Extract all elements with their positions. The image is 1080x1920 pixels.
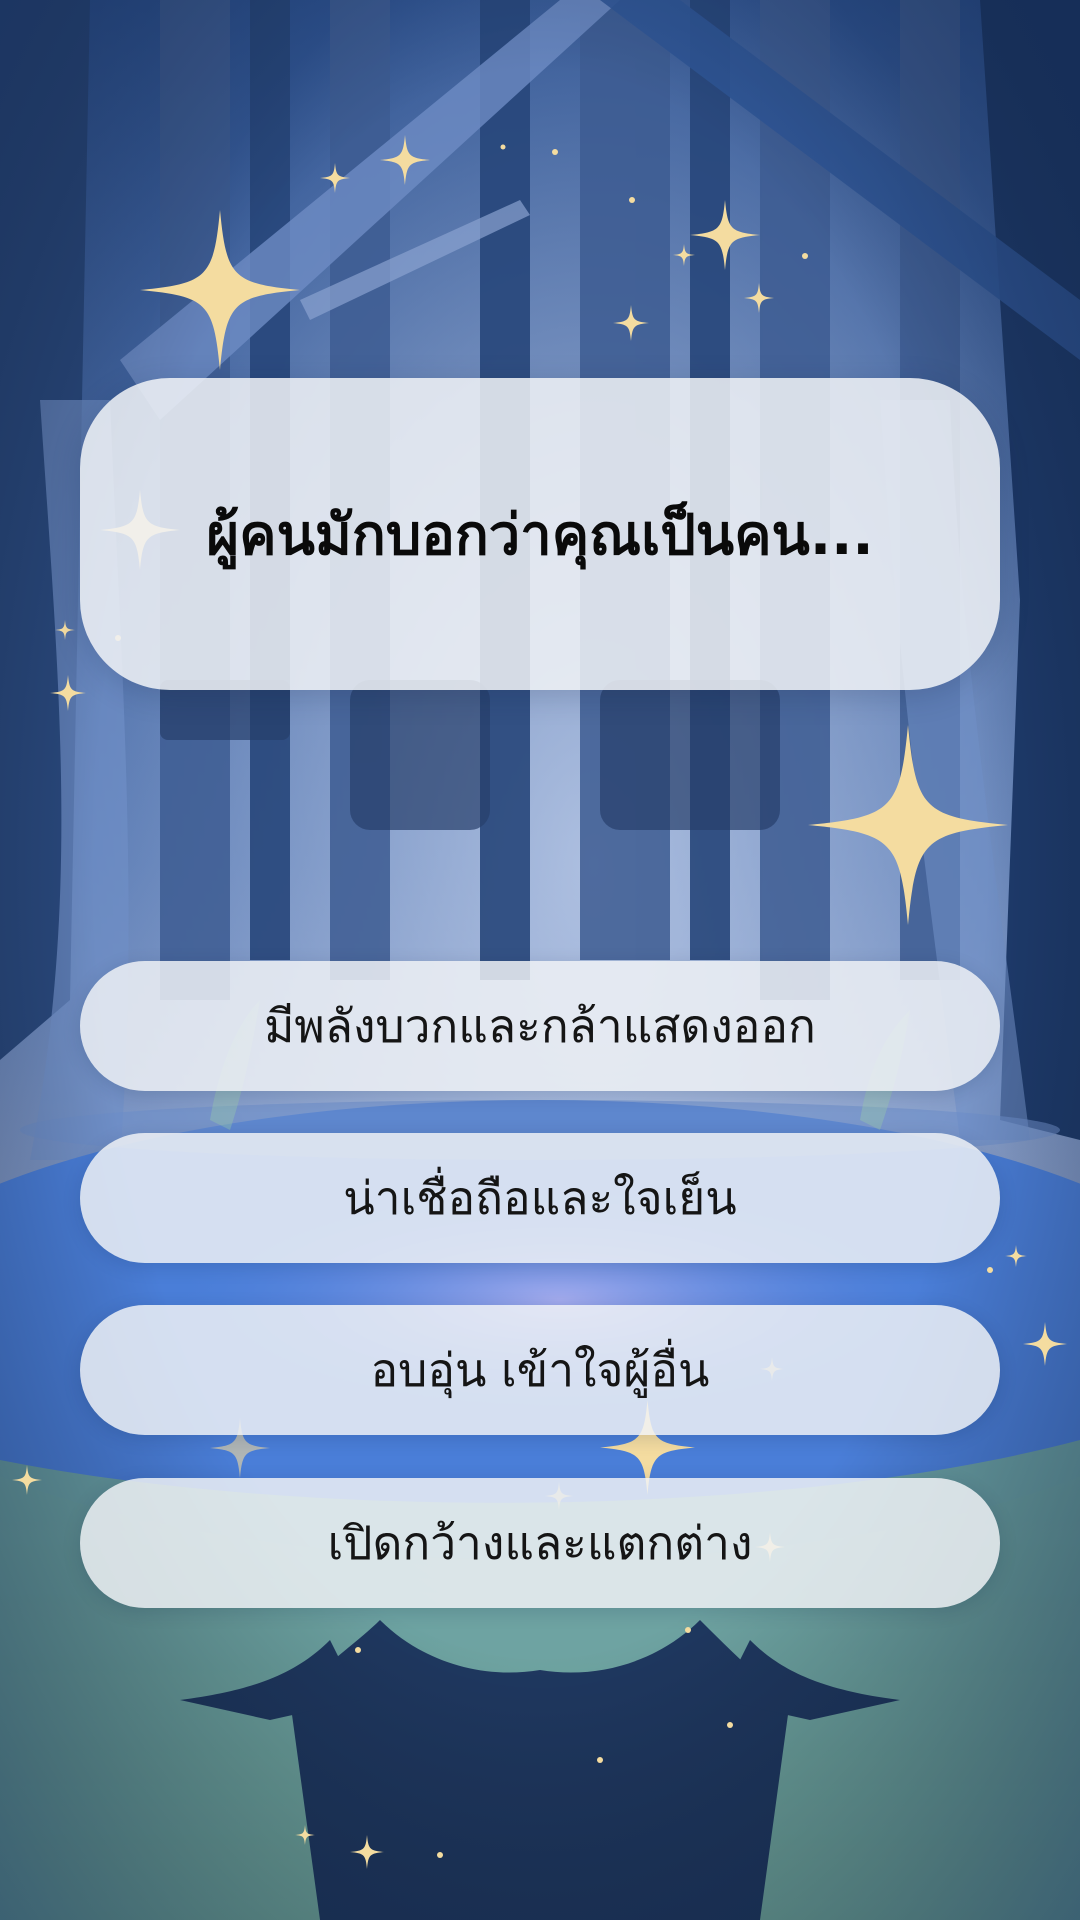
- quiz-screen: ผู้คนมักบอกว่าคุณเป็นคน... มีพลังบวกและก…: [0, 0, 1080, 1920]
- forest-background: [0, 0, 1080, 1920]
- answer-option-2[interactable]: น่าเชื่อถือและใจเย็น: [80, 1133, 1000, 1263]
- question-card: ผู้คนมักบอกว่าคุณเป็นคน...: [80, 378, 1000, 690]
- answer-option-1[interactable]: มีพลังบวกและกล้าแสดงออก: [80, 961, 1000, 1091]
- question-text: ผู้คนมักบอกว่าคุณเป็นคน...: [206, 502, 874, 568]
- answer-option-3[interactable]: อบอุ่น เข้าใจผู้อื่น: [80, 1305, 1000, 1435]
- answer-label: มีพลังบวกและกล้าแสดงออก: [264, 998, 816, 1053]
- answer-label: เปิดกว้างและแตกต่าง: [327, 1515, 753, 1570]
- answer-label: น่าเชื่อถือและใจเย็น: [343, 1170, 737, 1225]
- answer-option-4[interactable]: เปิดกว้างและแตกต่าง: [80, 1478, 1000, 1608]
- answer-label: อบอุ่น เข้าใจผู้อื่น: [370, 1342, 710, 1397]
